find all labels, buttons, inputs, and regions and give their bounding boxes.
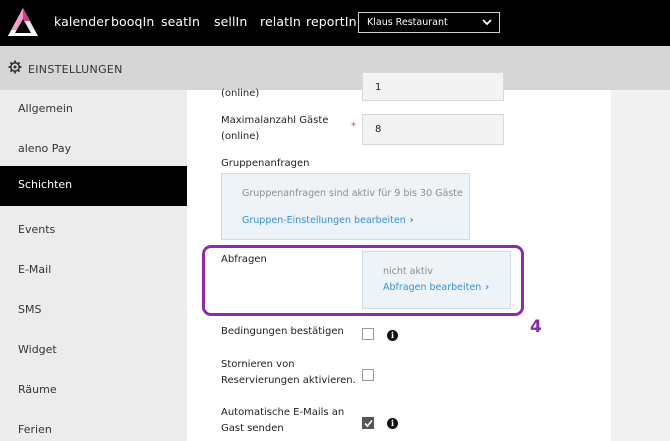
sidebar-item-sms[interactable]: SMS xyxy=(0,291,187,331)
sidebar-item-label: aleno Pay xyxy=(18,142,72,155)
cancel-label-line2: Reservierungen aktivieren. xyxy=(221,375,356,386)
nav-seatin[interactable]: seatIn xyxy=(161,14,200,29)
group-settings-link[interactable]: Gruppen-Einstellungen bearbeiten › xyxy=(242,215,414,226)
max-guests-value: 8 xyxy=(375,124,382,135)
max-guests-label-line2: (online) xyxy=(221,131,260,142)
aleno-logo-icon[interactable] xyxy=(6,6,40,40)
nav-kalender[interactable]: kalender xyxy=(54,14,109,29)
auto-email-label-line1: Automatische E-Mails an xyxy=(221,407,345,418)
settings-sidebar: Allgemein aleno Pay Schichten Events E-M… xyxy=(0,90,187,441)
chevron-right-icon: › xyxy=(409,215,414,226)
sidebar-item-events[interactable]: Events xyxy=(0,211,187,251)
sidebar-item-label: Allgemein xyxy=(18,102,73,115)
sidebar-item-label: SMS xyxy=(18,303,42,316)
online-field-label: (online) xyxy=(221,88,260,99)
group-requests-text: Gruppenanfragen sind aktiv für 9 bis 30 … xyxy=(242,188,463,199)
chevron-down-icon xyxy=(482,19,492,26)
auto-email-label-line2: Gast senden xyxy=(221,423,284,434)
gear-icon xyxy=(8,60,22,74)
sidebar-item-allgemein[interactable]: Allgemein xyxy=(0,90,187,130)
nav-booqin[interactable]: booqIn xyxy=(111,14,154,29)
page-title: EINSTELLUNGEN xyxy=(28,63,123,76)
highlight-annotation xyxy=(202,245,524,316)
nav-reportin[interactable]: reportIn xyxy=(306,14,357,29)
max-guests-label-line1: Maximalanzahl Gäste xyxy=(221,115,329,126)
cancel-checkbox[interactable] xyxy=(362,369,374,381)
restaurant-select-value: Klaus Restaurant xyxy=(367,17,448,28)
info-icon[interactable]: i xyxy=(387,330,398,341)
group-settings-link-text: Gruppen-Einstellungen bearbeiten xyxy=(242,215,406,226)
sidebar-item-label: Räume xyxy=(18,383,57,396)
sidebar-item-aleno-pay[interactable]: aleno Pay xyxy=(0,130,187,170)
sidebar-item-label: E-Mail xyxy=(18,263,52,276)
sidebar-item-label: Widget xyxy=(18,343,57,356)
conditions-label: Bedingungen bestätigen xyxy=(221,326,344,337)
sidebar-item-widget[interactable]: Widget xyxy=(0,331,187,371)
sidebar-item-label: Ferien xyxy=(18,423,52,436)
sidebar-item-e-mail[interactable]: E-Mail xyxy=(0,251,187,291)
sidebar-item-ferien[interactable]: Ferien xyxy=(0,411,187,441)
info-icon[interactable]: i xyxy=(387,418,398,429)
sidebar-item-raeume[interactable]: Räume xyxy=(0,371,187,411)
nav-sellin[interactable]: sellIn xyxy=(214,14,247,29)
right-gutter xyxy=(611,90,670,441)
conditions-checkbox[interactable] xyxy=(362,328,374,340)
online-value-input[interactable]: 1 xyxy=(362,72,504,101)
online-value: 1 xyxy=(375,82,382,93)
step-number: 4 xyxy=(530,317,542,337)
auto-email-checkbox[interactable] xyxy=(362,417,374,429)
group-requests-label: Gruppenanfragen xyxy=(221,158,310,169)
top-navigation-bar: kalender booqIn seatIn sellIn relatIn re… xyxy=(0,0,670,46)
cancel-label-line1: Stornieren von xyxy=(221,359,295,370)
max-guests-input[interactable]: 8 xyxy=(362,114,504,145)
checkmark-icon xyxy=(364,419,373,428)
nav-relatin[interactable]: relatIn xyxy=(260,14,301,29)
group-requests-box: Gruppenanfragen sind aktiv für 9 bis 30 … xyxy=(221,173,470,240)
sidebar-item-schichten[interactable]: Schichten xyxy=(0,166,187,206)
settings-header: EINSTELLUNGEN xyxy=(0,46,670,90)
sidebar-item-label: Schichten xyxy=(18,178,73,191)
required-marker: * xyxy=(351,121,356,132)
sidebar-item-label: Events xyxy=(18,223,56,236)
restaurant-select[interactable]: Klaus Restaurant xyxy=(358,12,500,33)
